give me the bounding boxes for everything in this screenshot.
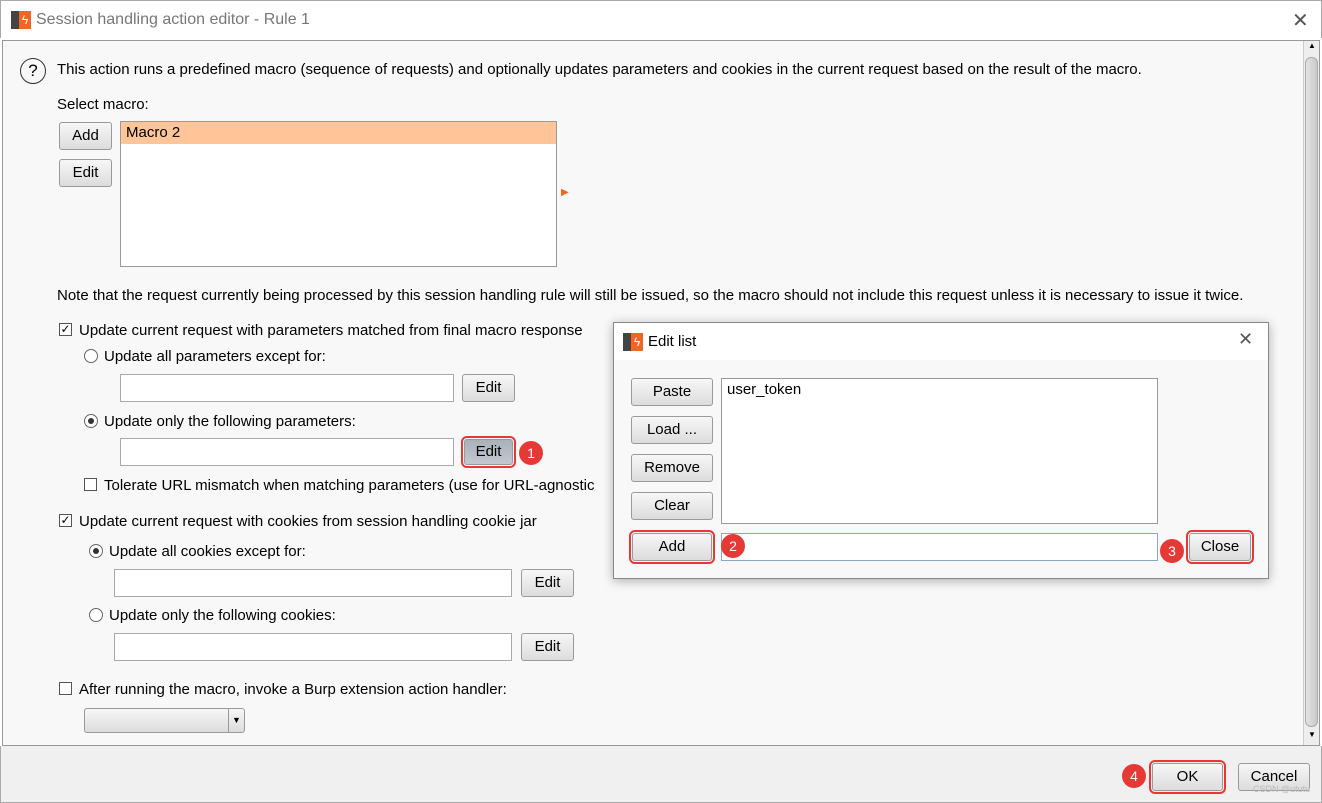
params-only-label: Update only the following parameters: (104, 413, 356, 430)
macro-list[interactable]: Macro 2 (120, 121, 557, 267)
extension-label: After running the macro, invoke a Burp e… (79, 681, 507, 698)
cookies-only-label: Update only the following cookies: (109, 607, 336, 624)
add-item-input[interactable] (721, 533, 1158, 561)
select-macro-label: Select macro: (57, 96, 149, 113)
window-title: Session handling action editor - Rule 1 (36, 11, 310, 28)
params-checkbox[interactable]: ✓ (59, 323, 72, 336)
help-icon[interactable]: ? (20, 58, 46, 84)
window-titlebar: ϟ Session handling action editor - Rule … (0, 0, 1322, 38)
cookies-all-field[interactable] (114, 569, 512, 597)
cookies-all-label: Update all cookies except for: (109, 543, 306, 560)
scrollbar-thumb[interactable] (1305, 57, 1318, 727)
cookies-all-edit-button[interactable]: Edit (521, 569, 574, 597)
add-button[interactable]: Add (629, 530, 715, 564)
paste-button[interactable]: Paste (631, 378, 713, 406)
intro-text: This action runs a predefined macro (seq… (57, 61, 1142, 78)
scrollbar[interactable]: ▲ ▼ (1303, 41, 1319, 745)
params-all-field[interactable] (120, 374, 454, 402)
burp-logo-icon: ϟ (11, 11, 31, 29)
extension-dropdown[interactable]: ▼ (84, 708, 245, 733)
cookies-all-radio[interactable] (89, 544, 103, 558)
macro-add-button[interactable]: Add (59, 122, 112, 150)
cookies-label: Update current request with cookies from… (79, 513, 537, 530)
tolerate-checkbox[interactable] (84, 478, 97, 491)
cookies-checkbox[interactable]: ✓ (59, 514, 72, 527)
ok-button[interactable]: OK (1149, 760, 1226, 794)
params-all-label: Update all parameters except for: (104, 348, 326, 365)
remove-button[interactable]: Remove (631, 454, 713, 482)
edit-list-titlebar: ϟ Edit list ✕ (614, 323, 1268, 360)
params-only-edit-button[interactable]: Edit (461, 436, 516, 468)
macro-item[interactable]: Macro 2 (121, 122, 556, 144)
edit-list-items[interactable]: user_token (721, 378, 1158, 524)
step-badge-2: 2 (721, 534, 745, 558)
step-badge-1: 1 (519, 441, 543, 465)
step-badge-4: 4 (1122, 764, 1146, 788)
edit-list-dialog: ϟ Edit list ✕ Paste Load ... Remove Clea… (613, 322, 1269, 579)
watermark: CSDN @ututu (1253, 784, 1311, 794)
edit-list-title: Edit list (648, 333, 697, 350)
note-text: Note that the request currently being pr… (57, 287, 1244, 304)
arrow-right-icon: ▶ (561, 187, 569, 198)
clear-button[interactable]: Clear (631, 492, 713, 520)
chevron-down-icon: ▼ (228, 709, 244, 732)
cookies-only-field[interactable] (114, 633, 512, 661)
close-icon[interactable]: ✕ (1238, 329, 1253, 350)
params-all-edit-button[interactable]: Edit (462, 374, 515, 402)
cookies-only-radio[interactable] (89, 608, 103, 622)
list-item[interactable]: user_token (722, 379, 1157, 401)
params-all-radio[interactable] (84, 349, 98, 363)
close-button[interactable]: Close (1186, 530, 1254, 564)
step-badge-3: 3 (1160, 539, 1184, 563)
close-icon[interactable]: ✕ (1292, 8, 1309, 33)
load-button[interactable]: Load ... (631, 416, 713, 444)
dialog-footer: 4 OK Cancel CSDN @ututu (0, 746, 1322, 803)
tolerate-label: Tolerate URL mismatch when matching para… (104, 477, 595, 494)
scroll-up-icon[interactable]: ▲ (1305, 41, 1319, 55)
scroll-down-icon[interactable]: ▼ (1305, 730, 1319, 744)
params-only-radio[interactable] (84, 414, 98, 428)
extension-checkbox[interactable] (59, 682, 72, 695)
burp-logo-icon: ϟ (623, 333, 643, 351)
macro-edit-button[interactable]: Edit (59, 159, 112, 187)
cookies-only-edit-button[interactable]: Edit (521, 633, 574, 661)
params-label: Update current request with parameters m… (79, 322, 583, 339)
params-only-field[interactable] (120, 438, 454, 466)
